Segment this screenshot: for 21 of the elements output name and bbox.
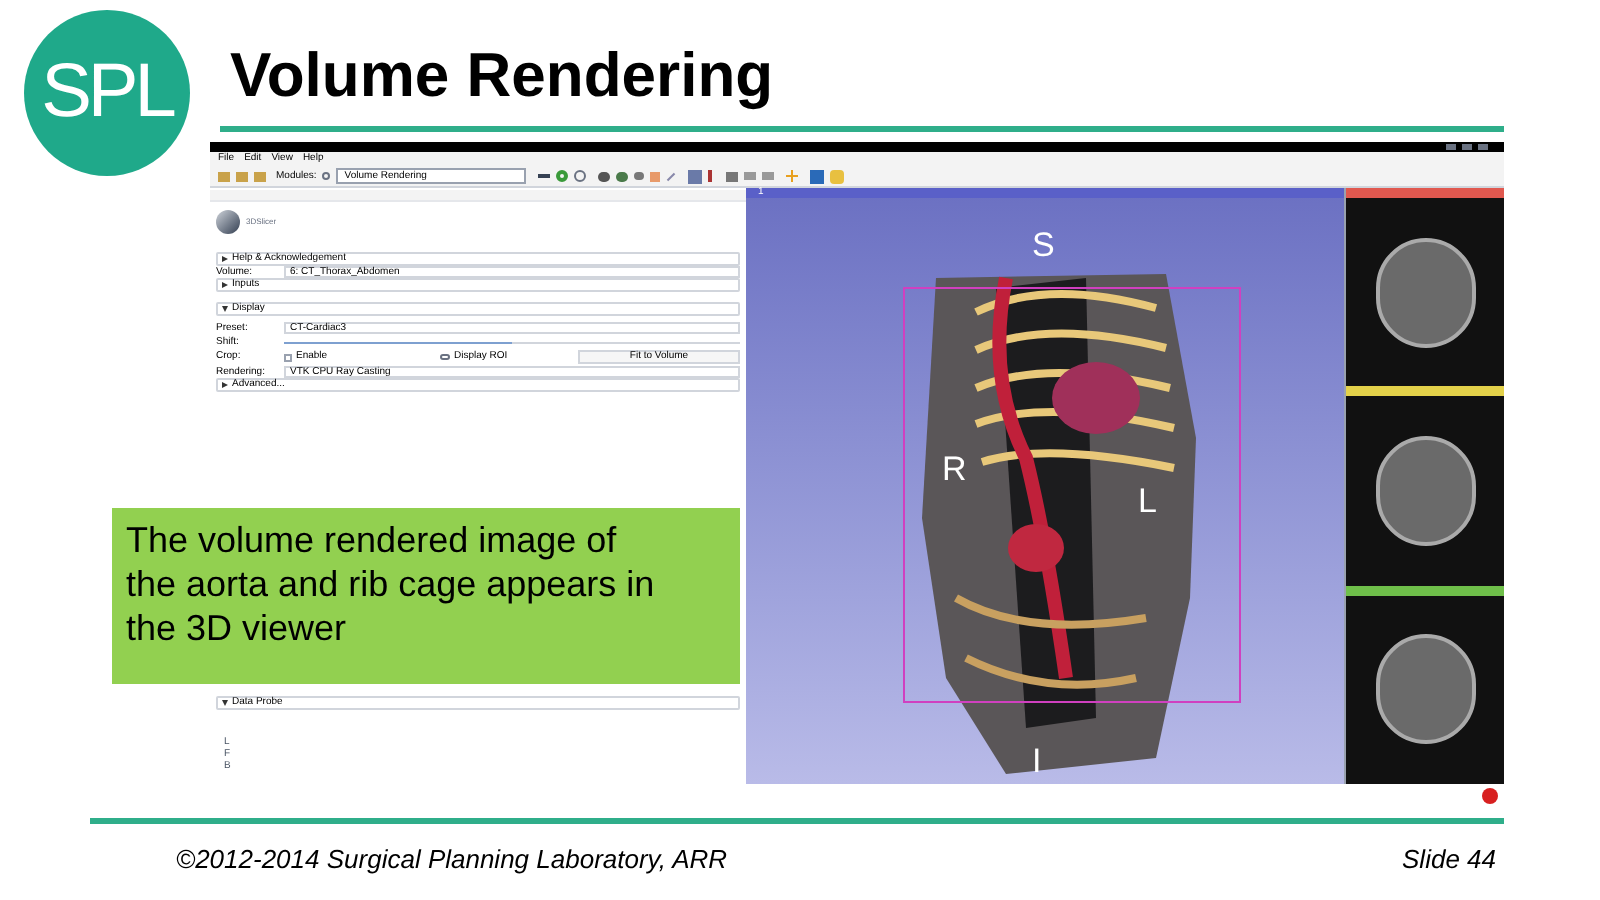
slice-view-bar[interactable] bbox=[1346, 386, 1504, 397]
slide-title: Volume Rendering bbox=[230, 38, 776, 114]
slicer-logo-icon bbox=[216, 210, 240, 234]
collapsed-arrow-icon[interactable] bbox=[222, 256, 228, 262]
collapsed-arrow-icon[interactable] bbox=[222, 382, 228, 388]
orientation-label: S bbox=[1032, 228, 1055, 262]
collapsed-arrow-icon[interactable] bbox=[222, 282, 228, 288]
orientation-label: I bbox=[1032, 744, 1042, 778]
roi-box[interactable] bbox=[903, 287, 1241, 703]
copyright-text: ©2012-2014 Surgical Planning Laboratory, ARR bbox=[176, 842, 728, 878]
eye-icon[interactable] bbox=[440, 354, 450, 360]
slice-view-bar[interactable] bbox=[1346, 585, 1504, 596]
search-icon[interactable] bbox=[322, 172, 331, 180]
expanded-arrow-icon[interactable] bbox=[222, 306, 228, 312]
callout-box: The volume rendered image of the aorta and rib cage appears in the 3D viewer bbox=[112, 508, 740, 684]
logo: SPL bbox=[24, 10, 190, 176]
slide-number: Slide 44 bbox=[1402, 842, 1496, 878]
checkbox[interactable] bbox=[284, 353, 292, 361]
orientation-label: R bbox=[942, 452, 967, 486]
orientation-label: L bbox=[1138, 484, 1157, 518]
expanded-arrow-icon[interactable] bbox=[222, 700, 228, 706]
